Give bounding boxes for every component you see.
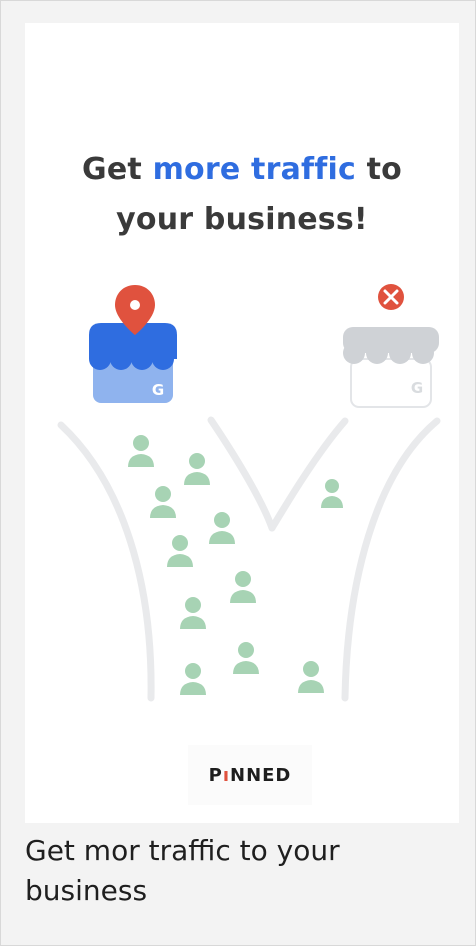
people — [128, 435, 343, 695]
person-icon — [230, 571, 256, 603]
left-road-inner — [207, 416, 276, 532]
person-icon — [150, 486, 176, 518]
person-icon — [128, 435, 154, 467]
person-icon — [184, 453, 210, 485]
post-image: G G Get more traffic to your business! P… — [25, 23, 459, 823]
headline-part-2: to — [355, 152, 402, 187]
headline: Get more traffic to your business! — [25, 145, 459, 245]
svg-text:G: G — [411, 379, 423, 397]
right-road-inner — [268, 417, 349, 532]
x-mark-icon — [378, 284, 404, 310]
headline-line-1: Get more traffic to — [25, 145, 459, 195]
svg-text:G: G — [152, 381, 164, 399]
person-icon — [167, 535, 193, 567]
headline-line-2: your business! — [116, 202, 368, 237]
person-icon — [180, 597, 206, 629]
store-with-map-pin-icon: G — [89, 285, 177, 403]
logo-pin: ı — [222, 764, 230, 786]
post-caption: Get mor traffic to your business — [25, 834, 340, 907]
logo-suffix: NNED — [230, 764, 292, 786]
headline-part-1: Get — [82, 152, 153, 187]
logo-prefix: P — [208, 764, 223, 786]
store-with-x-mark-icon: G — [343, 284, 439, 408]
post-card: G G Get more traffic to your business! P… — [0, 0, 476, 946]
headline-accent: more traffic — [152, 152, 356, 187]
person-icon — [180, 663, 206, 695]
traffic-illustration: G G — [57, 284, 441, 702]
pinned-logo: Pı NNED — [188, 745, 312, 805]
person-icon — [233, 642, 259, 674]
right-road-outer — [341, 417, 441, 702]
person-icon — [298, 661, 324, 693]
person-icon — [321, 479, 343, 508]
person-icon — [209, 512, 235, 544]
